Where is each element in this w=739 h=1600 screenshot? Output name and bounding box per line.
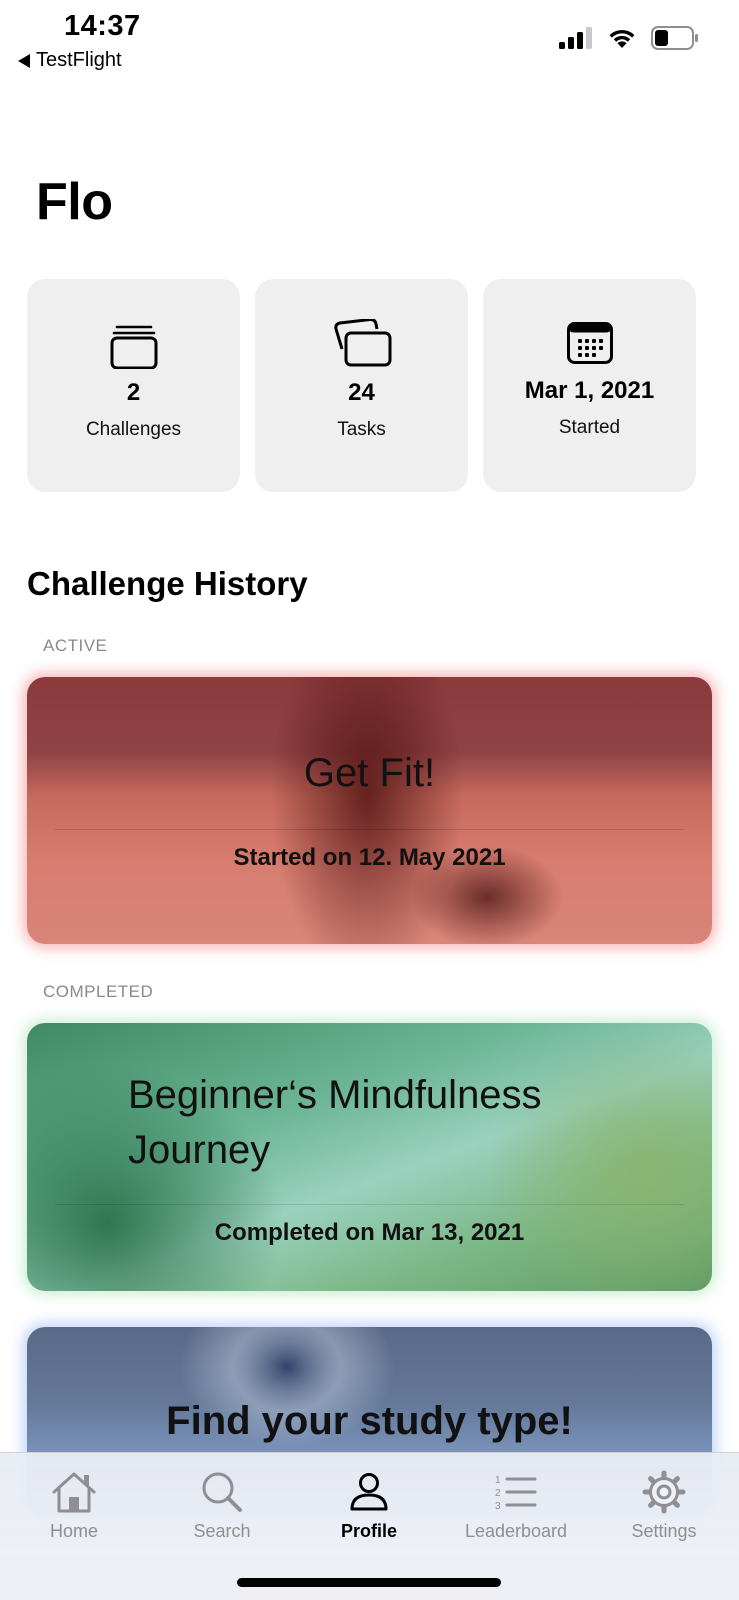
stat-value: 2	[126, 379, 141, 406]
battery-icon	[651, 26, 698, 50]
challenge-subtitle: Started on 12. May 2021	[233, 844, 506, 871]
challenge-title-line-2: Journey	[128, 1128, 271, 1172]
tab-label: Profile	[340, 1521, 397, 1541]
stat-card-challenges: 2 Challenges	[27, 279, 240, 492]
card-divider	[55, 1204, 684, 1205]
tab-label: Home	[49, 1521, 98, 1541]
stat-card-tasks: 24 Tasks	[255, 279, 468, 492]
house-icon	[52, 1472, 96, 1513]
challenge-title: Get Fit!	[303, 751, 436, 795]
stat-label: Tasks	[337, 419, 386, 440]
stat-value: 24	[348, 379, 375, 406]
tab-search[interactable]: Search	[152, 1467, 292, 1542]
magnifier-icon	[202, 1472, 242, 1512]
stat-value: Mar 1, 2021	[524, 377, 655, 404]
active-section-label: ACTIVE	[43, 636, 108, 655]
stat-card-started: Mar 1, 2021 Started	[483, 279, 696, 492]
tab-label: Settings	[631, 1521, 697, 1541]
person-icon	[350, 1473, 388, 1511]
stack-icon	[110, 325, 157, 369]
challenge-subtitle: Completed on Mar 13, 2021	[214, 1219, 525, 1246]
gear-icon	[642, 1470, 686, 1514]
status-icons	[559, 26, 699, 50]
tab-label: Leaderboard	[464, 1521, 568, 1541]
svg-text:1: 1	[495, 1475, 501, 1486]
challenge-card-mindfulness[interactable]: Beginner‘s Mindfulness Journey Completed…	[27, 1023, 712, 1291]
numbered-list-icon: 1 2 3	[495, 1475, 537, 1511]
card-divider	[55, 829, 684, 830]
cards-icon	[333, 319, 391, 367]
calendar-icon	[566, 322, 613, 364]
challenge-title: Beginner‘s Mindfulness Journey	[128, 1068, 542, 1178]
challenge-card-get-fit[interactable]: Get Fit! Started on 12. May 2021	[27, 677, 712, 944]
tab-settings[interactable]: Settings	[594, 1467, 734, 1542]
tab-leaderboard[interactable]: 1 2 3 Leaderboard	[446, 1467, 586, 1542]
tab-profile[interactable]: Profile	[299, 1467, 439, 1542]
status-time: 14:37	[64, 10, 141, 42]
stat-label: Started	[558, 417, 621, 438]
tab-label: Search	[193, 1521, 251, 1541]
back-to-testflight-link[interactable]: TestFlight	[18, 49, 122, 72]
home-indicator[interactable]	[237, 1578, 501, 1587]
tab-home[interactable]: Home	[4, 1467, 144, 1542]
challenge-title: Find your study type!	[166, 1399, 573, 1443]
challenge-history-title: Challenge History	[27, 565, 308, 602]
stat-label: Challenges	[85, 419, 182, 440]
signal-icon	[559, 27, 592, 49]
svg-text:3: 3	[495, 1501, 501, 1511]
back-arrow-icon	[18, 53, 30, 68]
wifi-icon	[609, 29, 635, 48]
page-title: Flo	[36, 173, 113, 231]
svg-text:2: 2	[495, 1488, 501, 1499]
back-link-label: TestFlight	[36, 49, 122, 71]
challenge-title-line-1: Beginner‘s Mindfulness	[128, 1073, 542, 1117]
completed-section-label: COMPLETED	[43, 982, 154, 1001]
